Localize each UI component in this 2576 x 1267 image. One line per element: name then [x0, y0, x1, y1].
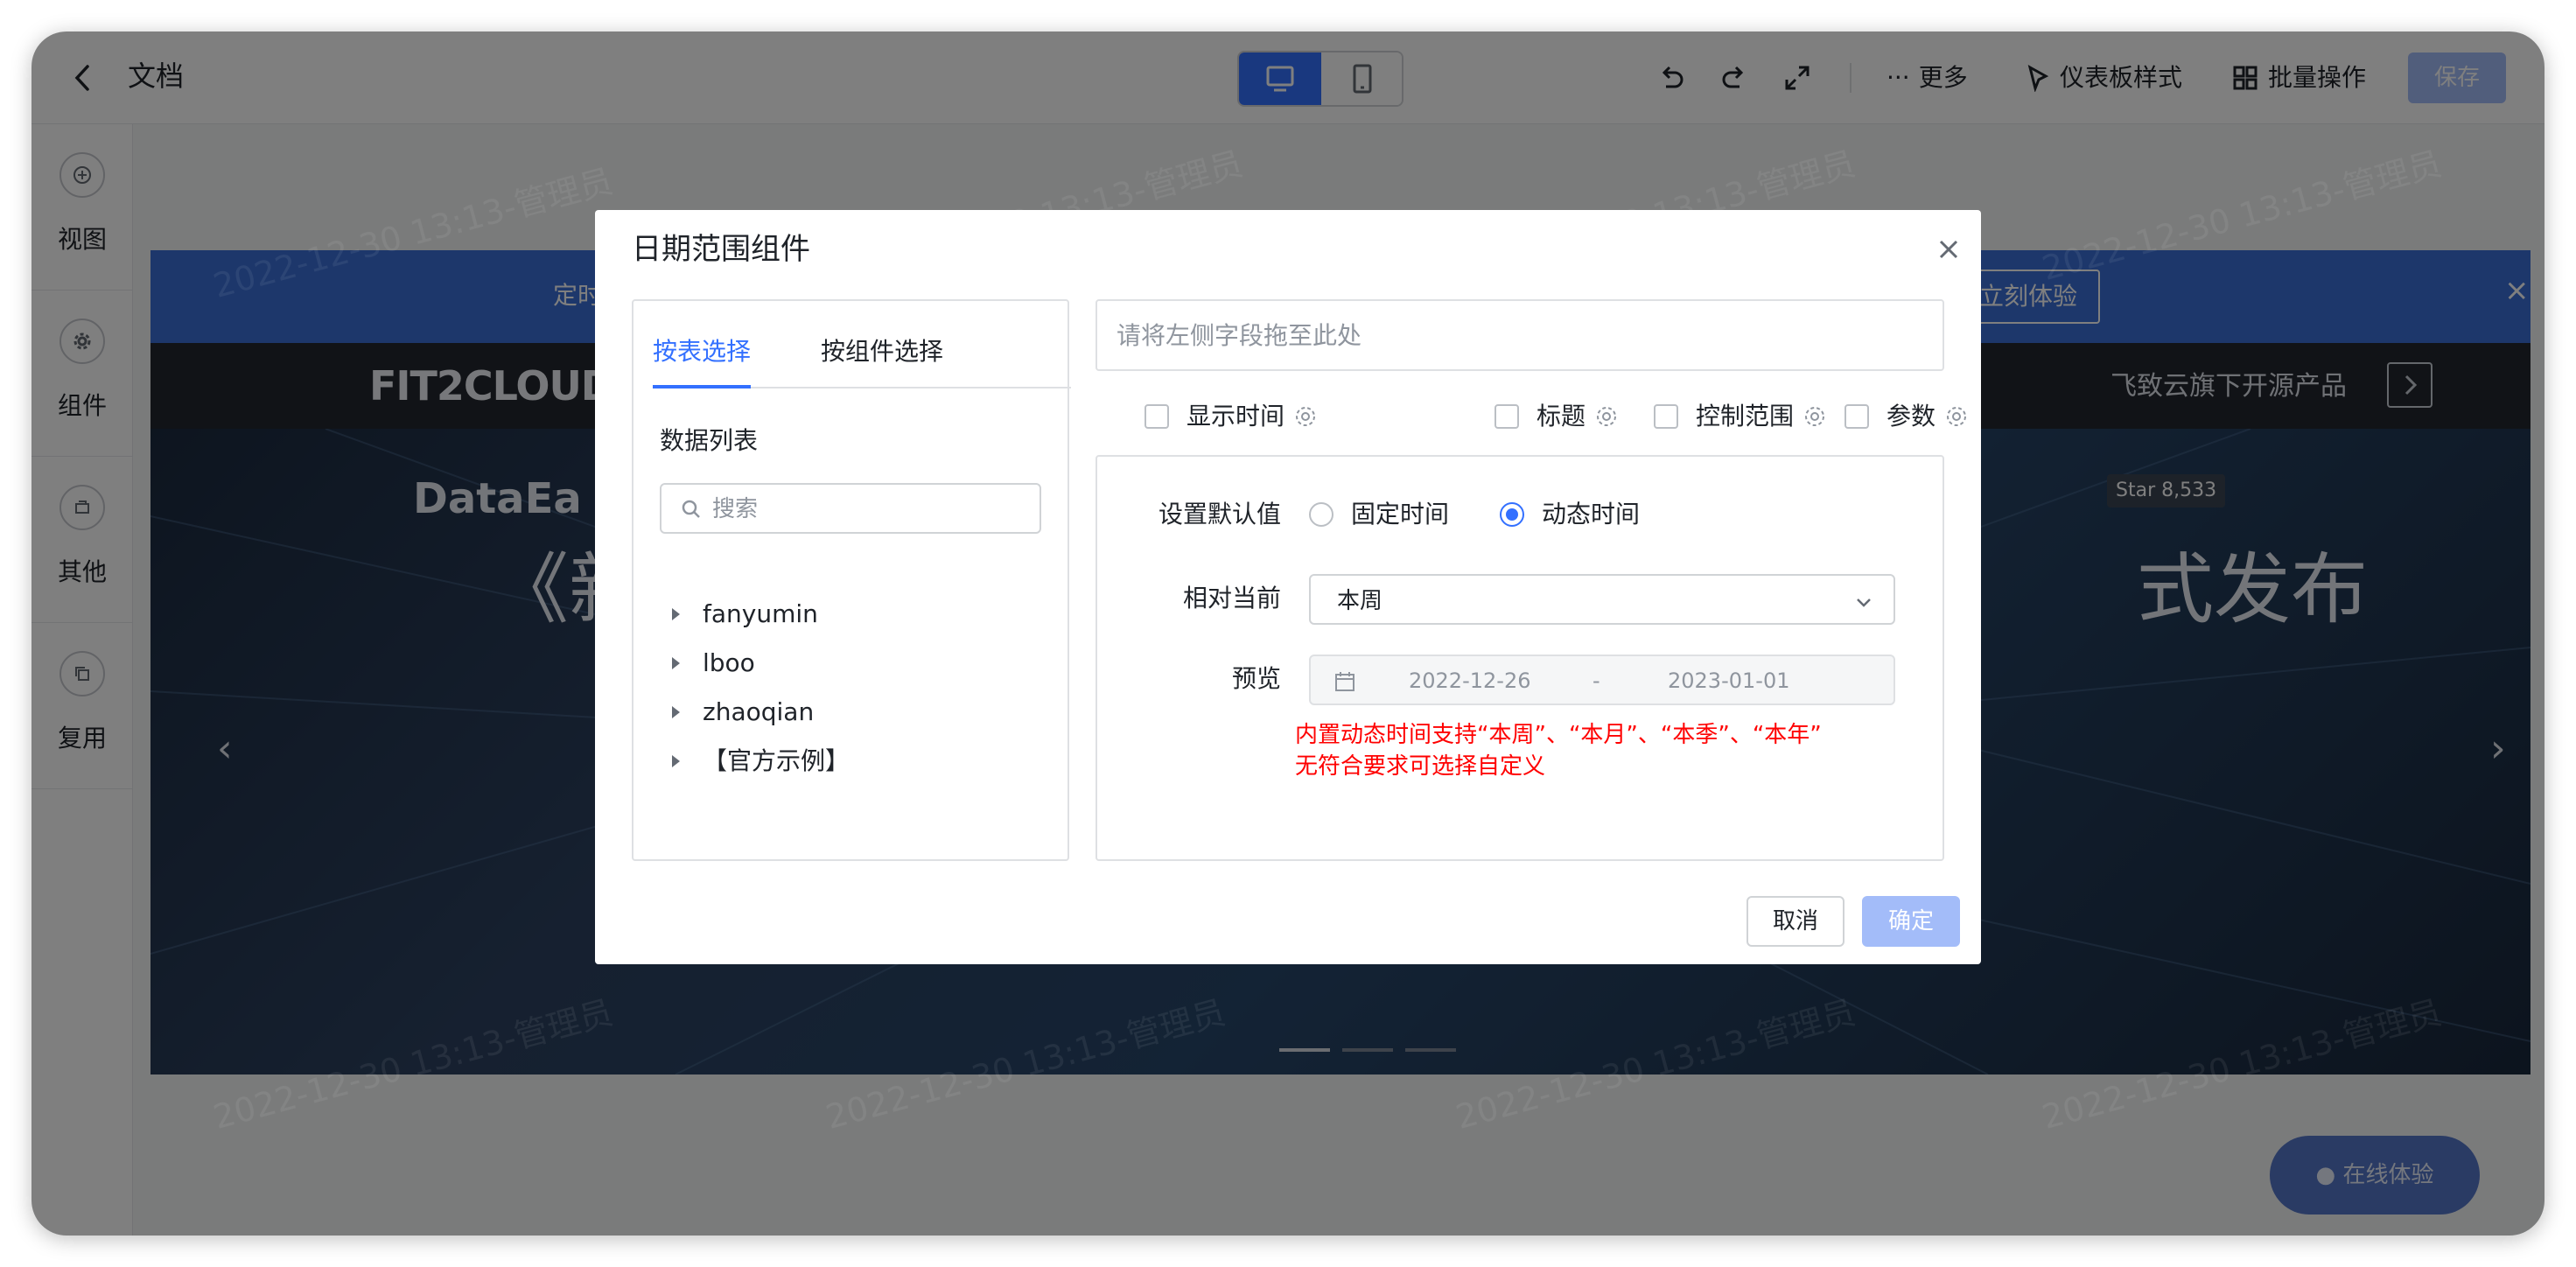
- preview-date-range: 2022-12-26 - 2023-01-01: [1309, 654, 1895, 705]
- tree-item[interactable]: lboo: [672, 646, 755, 681]
- tree-item[interactable]: fanyumin: [672, 597, 818, 632]
- radio-fixed-time[interactable]: 固定时间: [1309, 497, 1449, 532]
- tree-item-label: 【官方示例】: [703, 746, 850, 775]
- params-label: 参数: [1886, 402, 1936, 430]
- drop-zone-placeholder: 请将左侧字段拖至此处: [1116, 321, 1362, 350]
- control-range-label: 控制范围: [1696, 402, 1795, 430]
- radio-dynamic-time[interactable]: 动态时间: [1500, 497, 1640, 532]
- option-title[interactable]: 标题: [1494, 399, 1619, 434]
- data-list-title: 数据列表: [660, 426, 759, 455]
- radio-fixed-label: 固定时间: [1351, 500, 1450, 528]
- tree-item[interactable]: 【官方示例】: [672, 744, 850, 779]
- tab-by-component[interactable]: 按组件选择: [821, 334, 943, 369]
- tree-item-label: zhaoqian: [703, 697, 815, 726]
- dialog-title: 日期范围组件: [632, 232, 810, 267]
- show-time-label: 显示时间: [1186, 402, 1285, 430]
- default-value-label: 设置默认值: [1158, 500, 1281, 528]
- search-box: [660, 483, 1041, 534]
- tree-item[interactable]: zhaoqian: [672, 695, 814, 730]
- tree-item-label: lboo: [703, 648, 755, 677]
- field-source-panel: 按表选择 按组件选择 数据列表 fanyumin lboo zhaoqian: [632, 299, 1071, 861]
- radio-dynamic-label: 动态时间: [1542, 500, 1641, 528]
- params-checkbox[interactable]: [1844, 404, 1869, 429]
- cancel-button[interactable]: 取消: [1746, 896, 1844, 947]
- search-icon: [682, 500, 700, 518]
- preview-start-date: 2022-12-26: [1409, 668, 1531, 693]
- active-tab-indicator: [653, 385, 751, 388]
- caret-right-icon[interactable]: [672, 706, 680, 718]
- field-drop-zone[interactable]: 请将左侧字段拖至此处: [1096, 299, 1944, 371]
- option-params[interactable]: 参数: [1844, 399, 1969, 434]
- radio-circle[interactable]: [1309, 502, 1334, 527]
- caret-right-icon[interactable]: [672, 755, 680, 767]
- caret-right-icon[interactable]: [672, 608, 680, 620]
- gear-icon[interactable]: [1594, 404, 1619, 429]
- caret-right-icon[interactable]: [672, 657, 680, 669]
- note-line: 内置动态时间支持“本周”、“本月”、“本季”、“本年”: [1295, 722, 1822, 748]
- search-input[interactable]: [712, 492, 1027, 527]
- radio-circle[interactable]: [1500, 502, 1524, 527]
- option-show-time[interactable]: 显示时间: [1144, 399, 1318, 434]
- note-line: 无符合要求可选择自定义: [1295, 753, 1546, 780]
- preview-separator: -: [1592, 668, 1600, 693]
- chevron-down-icon: [1857, 598, 1871, 607]
- preview-end-date: 2023-01-01: [1668, 668, 1790, 693]
- title-label: 标题: [1536, 402, 1586, 430]
- show-time-checkbox[interactable]: [1144, 404, 1169, 429]
- close-icon[interactable]: [1934, 234, 1964, 264]
- tab-by-table[interactable]: 按表选择: [653, 334, 751, 369]
- control-range-checkbox[interactable]: [1654, 404, 1678, 429]
- title-checkbox[interactable]: [1494, 404, 1519, 429]
- dynamic-time-note: 内置动态时间支持“本周”、“本月”、“本季”、“本年” 无符合要求可选择自定义: [1295, 719, 1925, 782]
- tree-item-label: fanyumin: [703, 599, 818, 628]
- app-window: 定时 立刻体验 × FIT2CLOUD 飞致云旗下开源产品 DataEa 《新 …: [32, 32, 2544, 1236]
- relative-label: 相对当前: [1182, 584, 1281, 612]
- default-value-settings: 设置默认值 固定时间 动态时间 相对当前 本周 预览 2022-12-26 - …: [1096, 455, 1944, 861]
- gear-icon[interactable]: [1293, 404, 1318, 429]
- gear-icon[interactable]: [1802, 404, 1827, 429]
- preview-label: 预览: [1231, 664, 1281, 693]
- date-range-dialog: 日期范围组件 按表选择 按组件选择 数据列表 fanyumin lboo: [595, 210, 1981, 964]
- gear-icon[interactable]: [1944, 404, 1969, 429]
- confirm-button[interactable]: 确定: [1862, 896, 1960, 947]
- relative-period-value: 本周: [1337, 588, 1383, 614]
- relative-period-select[interactable]: 本周: [1309, 574, 1895, 625]
- option-control-range[interactable]: 控制范围: [1654, 399, 1827, 434]
- calendar-icon: [1335, 672, 1354, 691]
